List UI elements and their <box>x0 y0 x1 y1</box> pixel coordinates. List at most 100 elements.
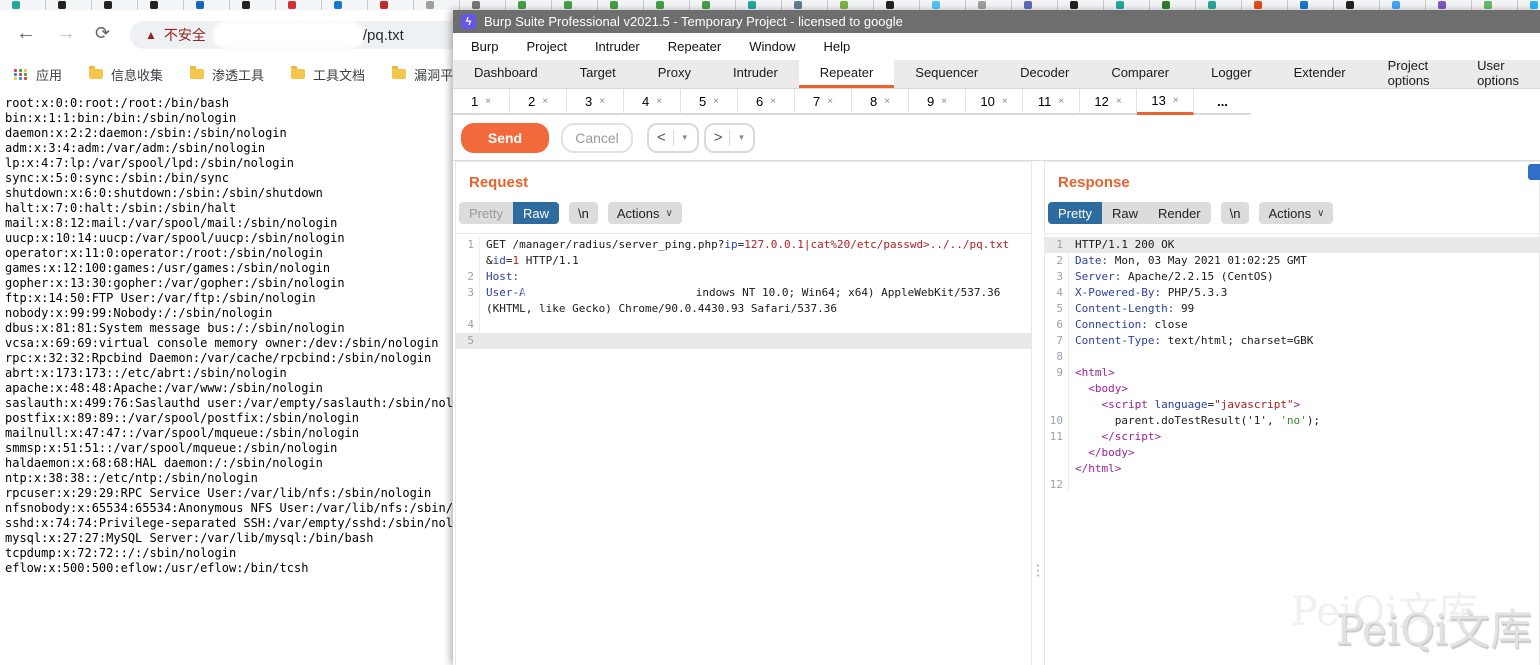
repeater-tab-7[interactable]: 7× <box>795 89 852 115</box>
browser-tab[interactable] <box>230 0 276 10</box>
apps-grid-icon[interactable] <box>14 69 28 80</box>
close-icon[interactable]: × <box>656 96 662 107</box>
next-request-button[interactable]: > ▼ <box>704 123 756 153</box>
repeater-tab-5[interactable]: 5× <box>681 89 738 115</box>
request-line[interactable]: (KHTML, like Gecko) Chrome/90.0.4430.93 … <box>456 301 1031 317</box>
request-line[interactable]: 3User-Aindows NT 10.0; Win64; x64) Apple… <box>456 285 1031 301</box>
browser-tab[interactable] <box>460 0 506 10</box>
address-bar[interactable]: ▲ 不安全 /pq.txt <box>130 21 453 49</box>
layout-toggle-icon[interactable] <box>1528 164 1540 180</box>
response-line[interactable]: 12 <box>1045 477 1539 493</box>
repeater-tab-1[interactable]: 1× <box>453 89 510 115</box>
browser-tab[interactable] <box>0 0 46 10</box>
request-line[interactable]: 4 <box>456 317 1031 333</box>
request-line[interactable]: &id=1 HTTP/1.1 <box>456 253 1031 269</box>
browser-tab[interactable] <box>1150 0 1196 10</box>
repeater-tab-9[interactable]: 9× <box>909 89 966 115</box>
request-view-tab-pretty[interactable]: Pretty <box>459 202 513 224</box>
browser-tab[interactable] <box>1196 0 1242 10</box>
close-icon[interactable]: × <box>1058 96 1064 107</box>
browser-tab[interactable] <box>1518 0 1540 10</box>
browser-tab[interactable] <box>552 0 598 10</box>
browser-tab[interactable] <box>598 0 644 10</box>
response-line[interactable]: 8 <box>1045 349 1539 365</box>
close-icon[interactable]: × <box>1173 95 1179 106</box>
browser-tab[interactable] <box>874 0 920 10</box>
response-line[interactable]: 2Date: Mon, 03 May 2021 01:02:25 GMT <box>1045 253 1539 269</box>
not-secure-warning-icon[interactable]: ▲ <box>145 29 157 41</box>
tab-proxy[interactable]: Proxy <box>637 60 712 88</box>
menu-item-burp[interactable]: Burp <box>457 33 512 60</box>
close-icon[interactable]: × <box>542 96 548 107</box>
browser-tab[interactable] <box>828 0 874 10</box>
menu-item-help[interactable]: Help <box>809 33 864 60</box>
tab-extender[interactable]: Extender <box>1273 60 1367 88</box>
response-line[interactable]: </html> <box>1045 461 1539 477</box>
request-editor[interactable]: 1GET /manager/radius/server_ping.php?ip=… <box>456 233 1031 665</box>
menu-item-window[interactable]: Window <box>735 33 809 60</box>
request-actions-button[interactable]: Actions∨ <box>608 202 682 224</box>
menu-item-project[interactable]: Project <box>512 33 580 60</box>
browser-tab[interactable] <box>1426 0 1472 10</box>
request-line[interactable]: 2Host: <box>456 269 1031 285</box>
repeater-tab-11[interactable]: 11× <box>1023 89 1080 115</box>
previous-request-button[interactable]: < ▼ <box>647 123 699 153</box>
repeater-tab-12[interactable]: 12× <box>1080 89 1137 115</box>
response-line[interactable]: 10 parent.doTestResult('1', 'no'); <box>1045 413 1539 429</box>
repeater-tab-4[interactable]: 4× <box>624 89 681 115</box>
send-button[interactable]: Send <box>461 123 549 153</box>
close-icon[interactable]: × <box>770 96 776 107</box>
forward-icon[interactable]: → <box>56 22 76 45</box>
response-line[interactable]: <body> <box>1045 381 1539 397</box>
response-line[interactable]: 1HTTP/1.1 200 OK <box>1045 237 1539 253</box>
reload-icon[interactable]: ⟳ <box>95 23 110 44</box>
bookmark-item[interactable]: 漏洞平台 <box>392 65 453 84</box>
close-icon[interactable]: × <box>485 96 491 107</box>
browser-tab[interactable] <box>184 0 230 10</box>
bookmark-item[interactable]: 工具文档 <box>291 65 365 84</box>
tab-decoder[interactable]: Decoder <box>999 60 1090 88</box>
back-icon[interactable]: ← <box>16 22 36 45</box>
cancel-button[interactable]: Cancel <box>561 123 633 153</box>
browser-tab[interactable] <box>920 0 966 10</box>
response-line[interactable]: 7Content-Type: text/html; charset=GBK <box>1045 333 1539 349</box>
repeater-tab-6[interactable]: 6× <box>738 89 795 115</box>
response-view-tab-pretty[interactable]: Pretty <box>1048 202 1102 224</box>
tab-target[interactable]: Target <box>559 60 637 88</box>
response-line[interactable]: 11 </script> <box>1045 429 1539 445</box>
browser-tab[interactable] <box>1104 0 1150 10</box>
close-icon[interactable]: × <box>1116 96 1122 107</box>
response-editor[interactable]: 1HTTP/1.1 200 OK2Date: Mon, 03 May 2021 … <box>1045 233 1539 665</box>
dropdown-icon[interactable]: ▼ <box>737 133 745 142</box>
repeater-tab-13[interactable]: 13× <box>1137 89 1194 115</box>
response-line[interactable]: 6Connection: close <box>1045 317 1539 333</box>
response-line[interactable]: 9<html> <box>1045 365 1539 381</box>
repeater-tab-3[interactable]: 3× <box>567 89 624 115</box>
close-icon[interactable]: × <box>827 96 833 107</box>
response-line[interactable]: </body> <box>1045 445 1539 461</box>
response-view-tab-raw[interactable]: Raw <box>1102 202 1148 224</box>
response-line[interactable]: 4X-Powered-By: PHP/5.3.3 <box>1045 285 1539 301</box>
response-view-tab-render[interactable]: Render <box>1148 202 1211 224</box>
browser-tab[interactable] <box>782 0 828 10</box>
menu-item-repeater[interactable]: Repeater <box>654 33 735 60</box>
browser-tab[interactable] <box>1288 0 1334 10</box>
response-newline-toggle-button[interactable]: \n <box>1221 202 1250 224</box>
browser-tab[interactable] <box>1242 0 1288 10</box>
tab-comparer[interactable]: Comparer <box>1090 60 1190 88</box>
browser-tab[interactable] <box>1380 0 1426 10</box>
browser-tab[interactable] <box>1012 0 1058 10</box>
browser-tab[interactable] <box>138 0 184 10</box>
repeater-tab-8[interactable]: 8× <box>852 89 909 115</box>
request-newline-toggle-button[interactable]: \n <box>569 202 598 224</box>
panel-splitter[interactable]: ⋮ <box>1032 161 1044 665</box>
browser-tab[interactable] <box>644 0 690 10</box>
splitter-handle-icon[interactable]: ⋮ <box>1031 561 1046 579</box>
dropdown-icon[interactable]: ▼ <box>681 133 689 142</box>
browser-tab[interactable] <box>414 0 460 10</box>
bookmark-item[interactable]: 信息收集 <box>89 65 163 84</box>
tab-dashboard[interactable]: Dashboard <box>453 60 559 88</box>
bookmark-item[interactable]: 渗透工具 <box>190 65 264 84</box>
response-line[interactable]: 3Server: Apache/2.2.15 (CentOS) <box>1045 269 1539 285</box>
close-icon[interactable]: × <box>1002 96 1008 107</box>
